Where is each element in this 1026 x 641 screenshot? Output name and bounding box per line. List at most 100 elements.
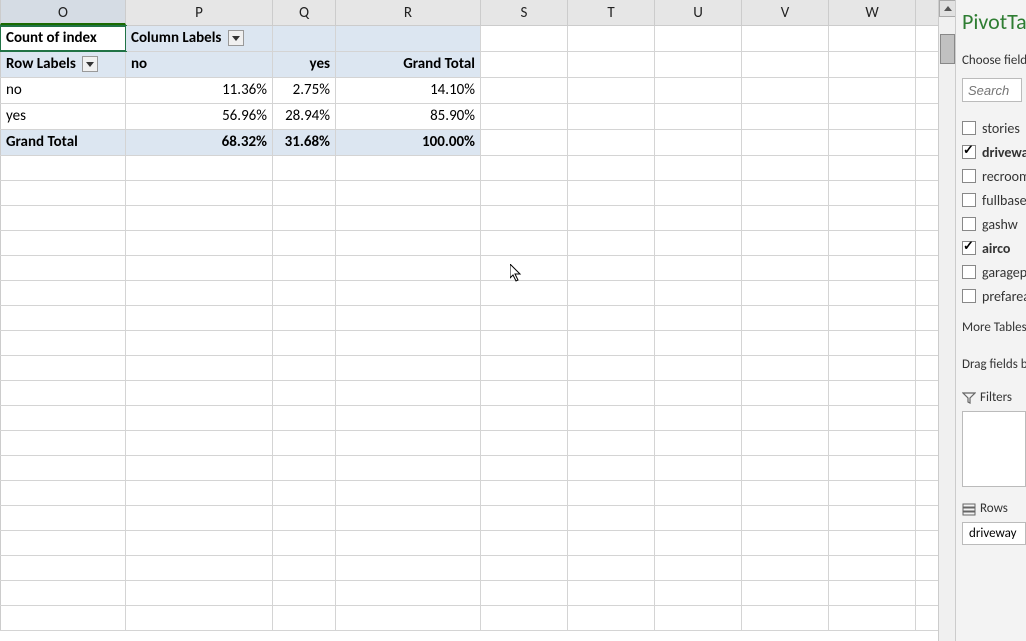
cell[interactable] [0,181,126,205]
cell[interactable] [336,406,481,430]
cell[interactable] [481,26,568,51]
cell[interactable] [273,431,336,455]
col-header-O[interactable]: O [0,0,126,25]
cell[interactable] [829,156,916,180]
cell[interactable] [0,481,126,505]
cell[interactable] [0,206,126,230]
cell[interactable] [0,556,126,580]
cell[interactable] [568,481,655,505]
cell[interactable] [481,306,568,330]
more-tables-link[interactable]: More Tables... [962,320,1026,335]
cell[interactable] [126,256,273,280]
cell[interactable] [829,556,916,580]
cell[interactable] [336,481,481,505]
field-prefarea[interactable]: prefarea [962,284,1026,308]
cell[interactable] [126,581,273,605]
cell[interactable] [481,556,568,580]
cell[interactable] [336,181,481,205]
cell[interactable] [829,231,916,255]
cell[interactable] [829,606,916,630]
cell[interactable] [273,606,336,630]
cell[interactable] [742,306,829,330]
cell[interactable] [568,581,655,605]
col-header-V[interactable]: V [742,0,829,25]
cell[interactable] [829,256,916,280]
checkbox-icon[interactable] [962,121,976,135]
cell[interactable] [829,456,916,480]
cell[interactable] [273,356,336,380]
cell[interactable] [0,306,126,330]
cell[interactable] [655,331,742,355]
pivot-val[interactable]: 11.36% [126,78,273,103]
cell[interactable] [336,26,481,51]
cell[interactable] [336,231,481,255]
cell[interactable] [126,431,273,455]
cell[interactable] [336,456,481,480]
field-gashw[interactable]: gashw [962,212,1026,236]
vertical-scrollbar[interactable] [938,0,955,641]
cell[interactable] [481,52,568,77]
cell[interactable] [742,531,829,555]
cell[interactable] [829,26,916,51]
cell[interactable] [655,181,742,205]
cell[interactable] [655,156,742,180]
cell[interactable] [829,406,916,430]
cell[interactable] [742,256,829,280]
cell[interactable] [568,26,655,51]
cell[interactable] [568,130,655,155]
cell[interactable] [481,481,568,505]
cell[interactable] [655,606,742,630]
cell[interactable] [0,581,126,605]
cell[interactable] [568,556,655,580]
cell[interactable] [481,331,568,355]
col-header-P[interactable]: P [126,0,273,25]
cell[interactable] [481,381,568,405]
cell[interactable] [655,206,742,230]
cell[interactable] [336,506,481,530]
cell[interactable] [568,356,655,380]
cell[interactable] [273,556,336,580]
cell[interactable] [273,181,336,205]
checkbox-icon[interactable] [962,145,976,159]
cell[interactable] [0,506,126,530]
cell[interactable] [568,331,655,355]
checkbox-icon[interactable] [962,217,976,231]
scroll-thumb[interactable] [940,34,955,64]
cell[interactable] [829,130,916,155]
cell[interactable] [742,156,829,180]
cell[interactable] [481,456,568,480]
cell[interactable] [568,281,655,305]
cell[interactable] [0,281,126,305]
pivot-col-header-yes[interactable]: yes [273,52,336,77]
pivot-val[interactable]: 68.32% [126,130,273,155]
cell[interactable] [481,606,568,630]
cell[interactable] [481,506,568,530]
cell[interactable] [742,231,829,255]
cell[interactable] [481,156,568,180]
cell[interactable] [336,281,481,305]
field-stories[interactable]: stories [962,116,1026,140]
cell[interactable] [126,406,273,430]
cell[interactable] [273,581,336,605]
cell[interactable] [481,281,568,305]
checkbox-icon[interactable] [962,169,976,183]
checkbox-icon[interactable] [962,241,976,255]
cell[interactable] [829,506,916,530]
cell[interactable] [273,506,336,530]
cell[interactable] [568,78,655,103]
cell[interactable] [829,431,916,455]
cell[interactable] [336,431,481,455]
cell[interactable] [742,506,829,530]
cell[interactable] [568,52,655,77]
col-header-W[interactable]: W [829,0,916,25]
cell[interactable] [829,481,916,505]
cell[interactable] [0,431,126,455]
cell[interactable] [481,181,568,205]
cell[interactable] [273,456,336,480]
cell[interactable] [273,26,336,51]
cell[interactable] [742,381,829,405]
cell[interactable] [126,281,273,305]
cell[interactable] [273,306,336,330]
col-header-R[interactable]: R [336,0,481,25]
pivot-row-labels[interactable]: Row Labels [0,52,126,77]
